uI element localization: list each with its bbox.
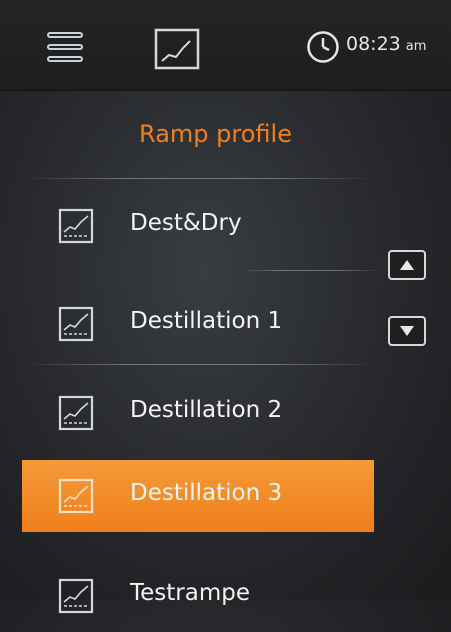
divider bbox=[20, 364, 380, 365]
ramp-profile-icon bbox=[58, 478, 94, 514]
scroll-down-button[interactable] bbox=[388, 316, 426, 346]
divider bbox=[20, 178, 375, 179]
chart-icon[interactable] bbox=[154, 28, 200, 70]
arrow-down-icon bbox=[400, 326, 414, 336]
ramp-profile-icon bbox=[58, 578, 94, 614]
divider bbox=[240, 270, 380, 271]
time-suffix: am bbox=[405, 39, 427, 54]
ramp-profile-icon bbox=[58, 306, 94, 342]
profile-label: Dest&Dry bbox=[130, 210, 242, 236]
scroll-up-button[interactable] bbox=[388, 250, 426, 280]
clock-icon bbox=[307, 31, 339, 63]
time-value: 08:23 bbox=[346, 33, 401, 55]
ramp-profile-icon bbox=[58, 395, 94, 431]
profile-item-destillation-2[interactable]: Destillation 2 bbox=[22, 377, 374, 449]
profile-item-destillation-1[interactable]: Destillation 1 bbox=[22, 288, 374, 360]
profile-label: Destillation 3 bbox=[130, 480, 283, 506]
profile-item-destillation-3[interactable]: Destillation 3 bbox=[22, 460, 374, 532]
arrow-up-icon bbox=[400, 260, 414, 270]
ramp-profile-icon bbox=[58, 208, 94, 244]
menu-icon[interactable] bbox=[47, 32, 83, 64]
profile-label: Destillation 1 bbox=[130, 308, 283, 334]
profile-item-dest-dry[interactable]: Dest&Dry bbox=[22, 190, 374, 262]
panel-title: Ramp profile bbox=[139, 120, 292, 148]
profile-label: Testrampe bbox=[130, 580, 250, 606]
top-bar: 08:23 am bbox=[0, 0, 451, 91]
profile-item-testrampe[interactable]: Testrampe bbox=[22, 560, 374, 632]
clock-time: 08:23 am bbox=[346, 33, 426, 55]
profile-label: Destillation 2 bbox=[130, 397, 283, 423]
